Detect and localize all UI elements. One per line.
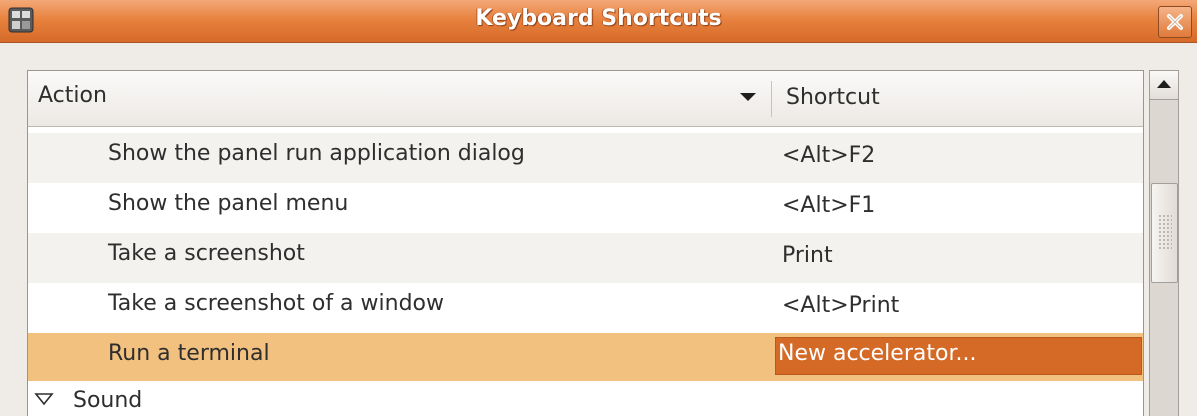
row-shortcut[interactable]: Print xyxy=(782,243,833,268)
group-label: Sound xyxy=(73,388,143,413)
table-row[interactable]: Take a screenshot of a window <Alt>Print xyxy=(28,283,1143,333)
sort-descending-arrow-icon xyxy=(740,93,756,101)
scrollbar-grip xyxy=(1158,214,1172,250)
close-button[interactable] xyxy=(1158,6,1192,38)
shortcuts-tree-view[interactable]: Action Shortcut Show the panel run appli… xyxy=(27,70,1144,416)
table-row[interactable]: Show the panel menu <Alt>F1 xyxy=(28,183,1143,233)
table-row-selected[interactable]: Run a terminal New accelerator... xyxy=(28,333,1143,383)
row-action: Run a terminal xyxy=(108,341,270,366)
expander-open-triangle-icon[interactable] xyxy=(34,392,54,406)
row-action: Show the panel run application dialog xyxy=(108,141,525,166)
column-header-shortcut-label: Shortcut xyxy=(786,85,880,110)
title-bar[interactable]: Keyboard Shortcuts xyxy=(0,0,1197,43)
row-shortcut[interactable]: <Alt>F1 xyxy=(782,193,875,218)
table-row[interactable]: Show the panel run application dialog <A… xyxy=(28,133,1143,183)
scrollbar-thumb[interactable] xyxy=(1151,183,1178,283)
accelerator-editor-text: New accelerator... xyxy=(778,341,977,366)
scroll-up-arrow-icon xyxy=(1157,80,1171,88)
row-shortcut[interactable]: <Alt>F2 xyxy=(782,143,875,168)
group-row-sound[interactable]: Sound xyxy=(28,381,1143,416)
row-shortcut[interactable]: <Alt>Print xyxy=(782,293,899,318)
column-header-action-label: Action xyxy=(38,83,107,108)
vertical-scrollbar[interactable] xyxy=(1149,70,1179,416)
column-header-shortcut[interactable]: Shortcut xyxy=(772,71,1143,126)
accelerator-editor[interactable]: New accelerator... xyxy=(775,337,1142,375)
table-row[interactable]: Take a screenshot Print xyxy=(28,233,1143,283)
close-icon xyxy=(1167,14,1183,30)
column-header-action[interactable]: Action xyxy=(28,71,771,126)
scroll-up-button[interactable] xyxy=(1150,71,1178,100)
keyboard-shortcuts-window: Keyboard Shortcuts Action Shortcut Show … xyxy=(0,0,1197,416)
row-action: Take a screenshot xyxy=(108,241,305,266)
row-action: Show the panel menu xyxy=(108,191,349,216)
tree-header: Action Shortcut xyxy=(28,71,1143,127)
row-action: Take a screenshot of a window xyxy=(108,291,444,316)
window-title: Keyboard Shortcuts xyxy=(475,6,722,31)
